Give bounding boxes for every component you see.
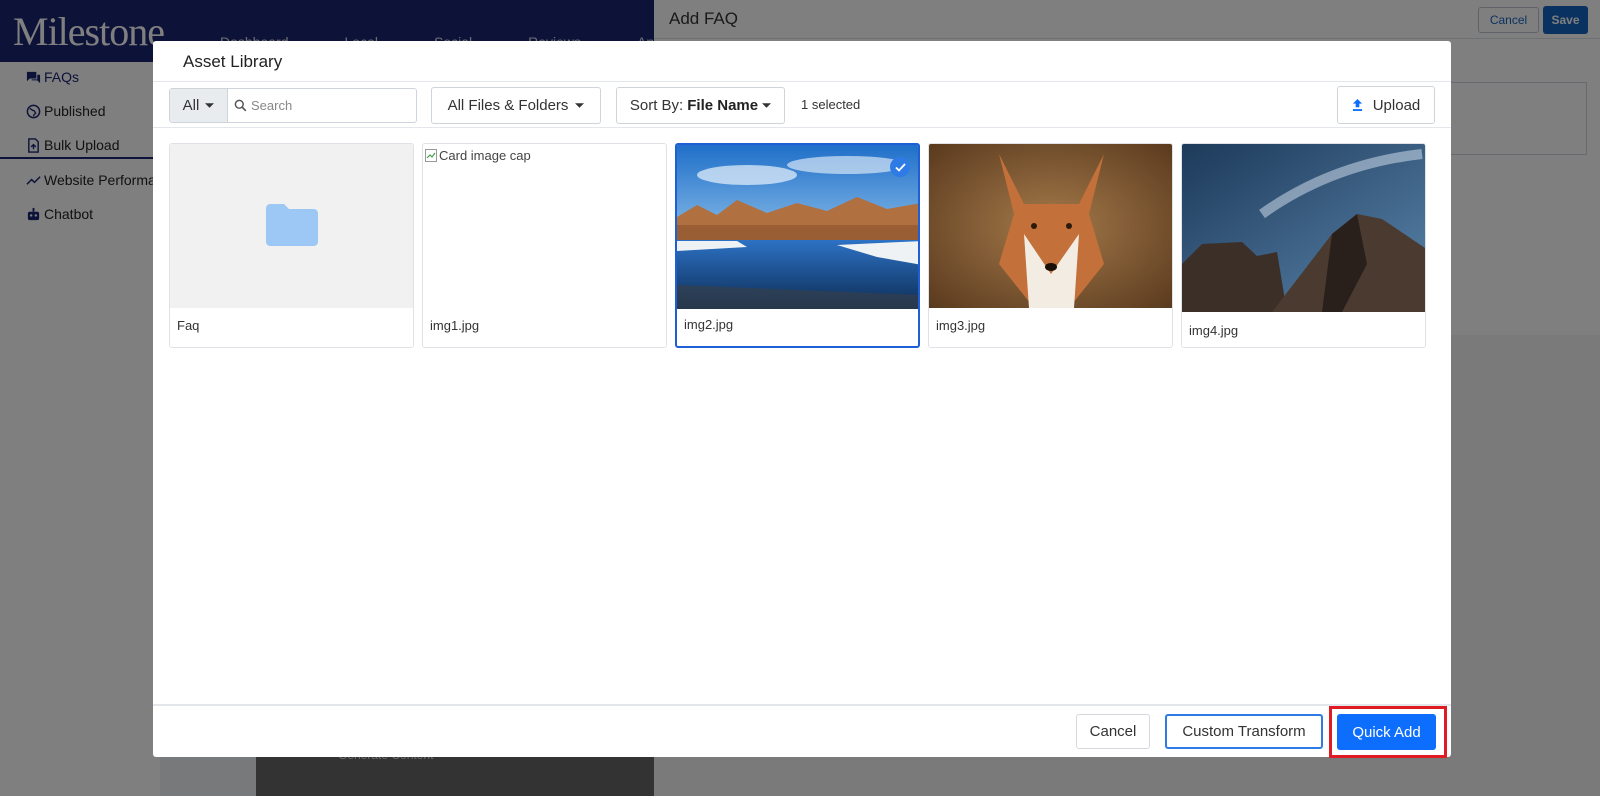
caret-down-icon <box>575 103 585 108</box>
search-box <box>228 89 416 122</box>
alt-text: Card image cap <box>439 148 531 163</box>
selected-count: 1 selected <box>801 97 861 112</box>
files-folders-label: All Files & Folders <box>447 97 569 114</box>
footer-divider <box>153 704 1451 706</box>
broken-image-icon <box>425 149 437 162</box>
caret-down-icon <box>205 103 215 108</box>
asset-name: img2.jpg <box>684 317 734 332</box>
sort-dropdown[interactable]: Sort By: File Name <box>616 87 785 124</box>
type-filter-dropdown[interactable]: All <box>170 89 228 122</box>
cancel-button[interactable]: Cancel <box>1076 714 1150 749</box>
filter-search-group: All <box>169 88 417 123</box>
type-filter-label: All <box>182 97 200 114</box>
image-thumbnail: Card image cap <box>423 144 666 308</box>
asset-name: img3.jpg <box>936 318 986 333</box>
upload-button[interactable]: Upload <box>1337 86 1435 124</box>
modal-header-divider <box>153 81 1451 82</box>
winter-river-image <box>677 145 918 309</box>
asset-card-folder[interactable]: Faq <box>169 143 414 348</box>
image-thumbnail <box>1182 144 1425 312</box>
folder-icon <box>266 204 318 246</box>
search-input[interactable] <box>251 98 411 113</box>
sort-prefix: Sort By: <box>629 97 684 114</box>
image-thumbnail <box>677 145 918 309</box>
broken-image-alt: Card image cap <box>425 148 531 163</box>
modal-title: Asset Library <box>183 52 283 71</box>
asset-name: Faq <box>177 318 200 333</box>
sort-value: File Name <box>687 97 759 114</box>
image-thumbnail <box>929 144 1172 308</box>
files-folders-dropdown[interactable]: All Files & Folders <box>431 87 601 124</box>
quick-add-button[interactable]: Quick Add <box>1337 714 1436 750</box>
rocks-image <box>1182 144 1425 312</box>
asset-card-image[interactable]: img3.jpg <box>928 143 1173 348</box>
asset-card-image-selected[interactable]: img2.jpg <box>675 143 920 348</box>
upload-label: Upload <box>1372 96 1421 114</box>
folder-thumbnail <box>170 144 413 308</box>
asset-name: img1.jpg <box>430 318 480 333</box>
asset-name: img4.jpg <box>1189 323 1239 338</box>
custom-transform-button[interactable]: Custom Transform <box>1165 714 1323 749</box>
asset-card-image[interactable]: img4.jpg <box>1181 143 1426 348</box>
selected-check-icon[interactable] <box>890 157 910 177</box>
asset-card-image[interactable]: Card image cap img1.jpg <box>422 143 667 348</box>
fox-image <box>929 144 1172 308</box>
upload-icon <box>1352 99 1362 111</box>
asset-library-modal: Asset Library All All Files & Folders So… <box>153 41 1451 758</box>
caret-down-icon <box>762 103 772 108</box>
search-icon <box>234 99 247 112</box>
toolbar-divider <box>153 127 1451 128</box>
